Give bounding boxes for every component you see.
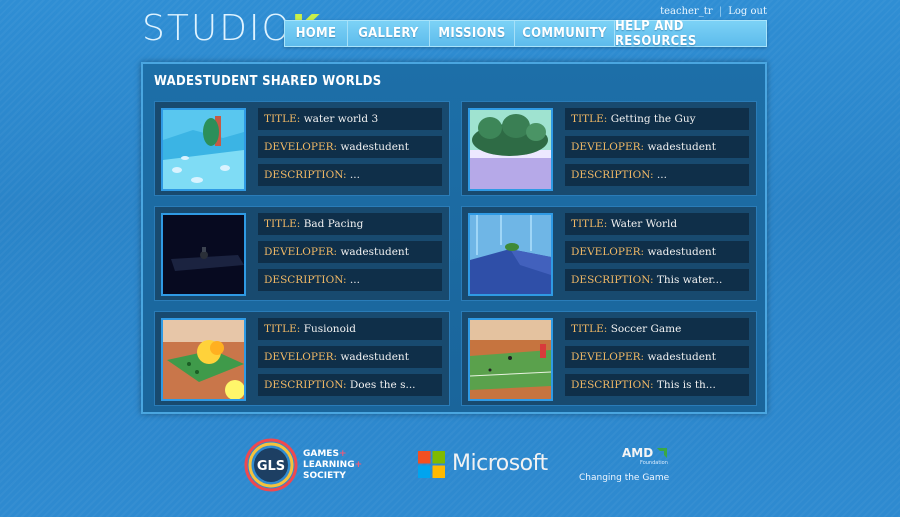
microsoft-wordmark: Microsoft [452, 451, 548, 476]
world-title: Fusionoid [303, 323, 356, 335]
world-card[interactable]: TITLE: Fusionoid DEVELOPER: wadestudent … [154, 311, 450, 406]
logo-main: STUDIO [142, 8, 292, 49]
user-links-separator: | [718, 6, 723, 17]
title-label: TITLE: [264, 113, 301, 125]
gls-logo[interactable]: GLS [244, 438, 298, 496]
world-title-field: TITLE: Getting the Guy [565, 108, 749, 130]
world-developer: wadestudent [340, 351, 409, 363]
world-title: Water World [610, 218, 678, 230]
world-title: Bad Pacing [303, 218, 364, 230]
gls-wordmark: GAMES+ LEARNING+ SOCIETY [303, 449, 363, 481]
gls-line-1: GAMES [303, 449, 339, 459]
nav-missions[interactable]: MISSIONS [430, 21, 515, 46]
world-thumbnail[interactable] [468, 213, 553, 296]
world-developer-field: DEVELOPER: wadestudent [258, 136, 442, 158]
world-developer-field: DEVELOPER: wadestudent [565, 136, 749, 158]
username-link[interactable]: teacher_tr [660, 6, 712, 17]
world-thumbnail[interactable] [468, 318, 553, 401]
description-label: DESCRIPTION: [264, 169, 347, 181]
world-description-field: DESCRIPTION: This is th... [565, 374, 749, 396]
world-developer-field: DEVELOPER: wadestudent [258, 346, 442, 368]
world-description: ... [656, 169, 667, 181]
world-description: This water... [656, 274, 723, 286]
world-thumbnail[interactable] [161, 108, 246, 191]
developer-label: DEVELOPER: [264, 246, 338, 258]
shared-worlds-panel: WADESTUDENT SHARED WORLDS TITLE: water w… [141, 62, 767, 414]
world-developer: wadestudent [647, 351, 716, 363]
world-title-field: TITLE: Water World [565, 213, 749, 235]
world-title: Getting the Guy [610, 113, 696, 125]
world-description-field: DESCRIPTION: ... [258, 164, 442, 186]
description-label: DESCRIPTION: [571, 274, 654, 286]
world-thumbnail[interactable] [161, 213, 246, 296]
developer-label: DEVELOPER: [264, 351, 338, 363]
world-title-field: TITLE: Fusionoid [258, 318, 442, 340]
world-developer: wadestudent [647, 246, 716, 258]
world-title: water world 3 [303, 113, 379, 125]
world-title-field: TITLE: water world 3 [258, 108, 442, 130]
developer-label: DEVELOPER: [571, 351, 645, 363]
world-description: Does the s... [349, 379, 416, 391]
world-title-field: TITLE: Soccer Game [565, 318, 749, 340]
world-description-field: DESCRIPTION: Does the s... [258, 374, 442, 396]
description-label: DESCRIPTION: [571, 169, 654, 181]
world-developer-field: DEVELOPER: wadestudent [565, 346, 749, 368]
world-description: ... [349, 169, 360, 181]
amd-logo[interactable]: AMD [622, 446, 668, 460]
amd-foundation: Foundation [640, 460, 668, 466]
nav-home[interactable]: HOME [285, 21, 348, 46]
developer-label: DEVELOPER: [571, 141, 645, 153]
amd-tagline: Changing the Game [579, 473, 670, 483]
world-title-field: TITLE: Bad Pacing [258, 213, 442, 235]
nav-help-and-resources[interactable]: HELP AND RESOURCES [615, 19, 766, 49]
world-developer: wadestudent [340, 246, 409, 258]
panel-title: WADESTUDENT SHARED WORLDS [154, 74, 382, 89]
world-card[interactable]: TITLE: Water World DEVELOPER: wadestuden… [461, 206, 757, 301]
developer-label: DEVELOPER: [264, 141, 338, 153]
amd-arrow-icon [657, 448, 668, 458]
world-card[interactable]: TITLE: water world 3 DEVELOPER: wadestud… [154, 101, 450, 196]
description-label: DESCRIPTION: [571, 379, 654, 391]
main-nav: HOME GALLERY MISSIONS COMMUNITY HELP AND… [284, 19, 767, 49]
world-thumbnail[interactable] [468, 108, 553, 191]
world-description-field: DESCRIPTION: ... [565, 164, 749, 186]
gls-line-2: LEARNING [303, 460, 355, 470]
description-label: DESCRIPTION: [264, 274, 347, 286]
user-links: teacher_tr | Log out [660, 6, 767, 17]
title-label: TITLE: [264, 323, 301, 335]
amd-wordmark: AMD [622, 446, 654, 460]
world-card[interactable]: TITLE: Getting the Guy DEVELOPER: wadest… [461, 101, 757, 196]
nav-gallery[interactable]: GALLERY [348, 21, 430, 46]
world-description-field: DESCRIPTION: This water... [565, 269, 749, 291]
gls-badge: GLS [257, 459, 285, 474]
title-label: TITLE: [264, 218, 301, 230]
world-title: Soccer Game [610, 323, 682, 335]
developer-label: DEVELOPER: [571, 246, 645, 258]
gls-line-3: SOCIETY [303, 471, 346, 481]
world-description: ... [349, 274, 360, 286]
world-developer-field: DEVELOPER: wadestudent [565, 241, 749, 263]
title-label: TITLE: [571, 323, 608, 335]
title-label: TITLE: [571, 218, 608, 230]
microsoft-logo-icon[interactable] [418, 451, 445, 482]
description-label: DESCRIPTION: [264, 379, 347, 391]
world-card[interactable]: TITLE: Soccer Game DEVELOPER: wadestuden… [461, 311, 757, 406]
world-description: This is th... [656, 379, 716, 391]
world-card[interactable]: TITLE: Bad Pacing DEVELOPER: wadestudent… [154, 206, 450, 301]
world-developer: wadestudent [647, 141, 716, 153]
world-developer-field: DEVELOPER: wadestudent [258, 241, 442, 263]
world-description-field: DESCRIPTION: ... [258, 269, 442, 291]
nav-community[interactable]: COMMUNITY [515, 21, 615, 46]
world-developer: wadestudent [340, 141, 409, 153]
logout-link[interactable]: Log out [728, 6, 767, 17]
world-thumbnail[interactable] [161, 318, 246, 401]
title-label: TITLE: [571, 113, 608, 125]
